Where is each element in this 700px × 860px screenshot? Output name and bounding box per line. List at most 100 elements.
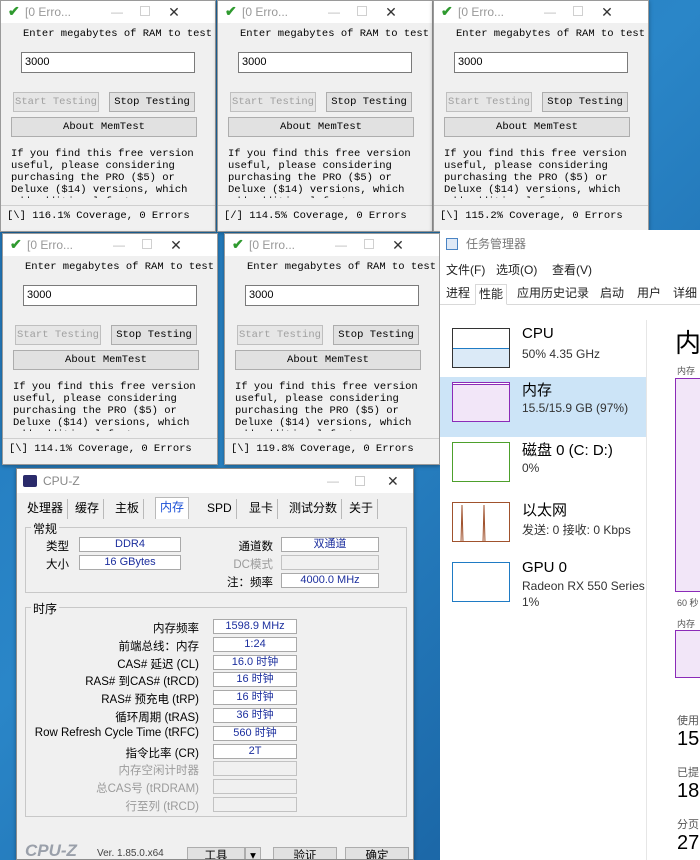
- tab-mainboard[interactable]: 主板: [111, 499, 145, 519]
- menu-file[interactable]: 文件(F): [446, 261, 485, 278]
- perf-item-ethernet[interactable]: 以太网 发送: 0 接收: 0 Kbps: [440, 497, 646, 557]
- timings-group-label: 时序: [31, 600, 60, 617]
- menu-bar: 文件(F) 选项(O) 查看(V): [440, 258, 700, 280]
- stop-testing-button[interactable]: Stop Testing: [326, 92, 412, 112]
- start-testing-button[interactable]: Start Testing: [230, 92, 316, 112]
- channels-label: 通道数: [238, 541, 274, 553]
- tools-label: 工具: [204, 850, 228, 860]
- stop-testing-button[interactable]: Stop Testing: [542, 92, 628, 112]
- window-title: 任务管理器: [466, 237, 527, 251]
- tools-button[interactable]: 工具: [187, 847, 245, 860]
- ram-prompt-label: Enter megabytes of RAM to test: [23, 28, 213, 40]
- cpuz-icon: [23, 475, 37, 487]
- title-bar: CPU-Z — ✕: [17, 469, 413, 493]
- tab-cache[interactable]: 缓存: [71, 499, 105, 519]
- maximize-button[interactable]: [355, 476, 365, 486]
- ram-megabytes-input[interactable]: 3000: [238, 52, 412, 73]
- type-value: DDR4: [79, 537, 181, 552]
- timing-value: 16 时钟: [213, 690, 297, 706]
- channels-value: 双通道: [281, 537, 379, 552]
- version-label: Ver. 1.85.0.x64: [97, 848, 164, 859]
- stop-testing-button[interactable]: Stop Testing: [333, 325, 419, 345]
- dc-mode-value: [281, 555, 379, 570]
- timing-label: 内存空闲计时器: [118, 765, 200, 778]
- about-memtest-button[interactable]: About MemTest: [13, 350, 199, 370]
- memtest-window-4: ✔ [0 Erro... — ✕ Enter megabytes of RAM …: [2, 233, 218, 465]
- timing-label: CAS# 延迟 (CL): [117, 658, 199, 671]
- timing-label: 内存频率: [153, 623, 199, 635]
- time-axis-label: 60 秒: [677, 598, 699, 608]
- timing-value: 1598.9 MHz: [213, 619, 297, 634]
- status-bar: [\] 116.1% Coverage, 0 Errors: [1, 205, 215, 227]
- perf-item-cpu[interactable]: CPU 50% 4.35 GHz: [440, 323, 646, 383]
- ram-megabytes-input[interactable]: 3000: [245, 285, 419, 306]
- tab-startup[interactable]: 启动: [597, 284, 627, 305]
- tab-about[interactable]: 关于: [345, 499, 379, 519]
- ram-megabytes-input[interactable]: 3000: [21, 52, 195, 73]
- ram-megabytes-input[interactable]: 3000: [23, 285, 197, 306]
- promo-text: If you find this free version useful, pl…: [444, 148, 627, 198]
- timing-label: RAS# 到CAS# (tRCD): [85, 676, 199, 689]
- memtest-body: Enter megabytes of RAM to test 3000 Star…: [235, 234, 436, 464]
- promo-text: If you find this free version useful, pl…: [13, 381, 196, 431]
- tab-spd[interactable]: SPD: [203, 499, 237, 519]
- menu-options[interactable]: 选项(O): [496, 261, 537, 278]
- perf-item-memory[interactable]: 内存 15.5/15.9 GB (97%): [440, 377, 646, 437]
- timing-label: 行至列 (tRCD): [125, 801, 199, 813]
- about-memtest-button[interactable]: About MemTest: [228, 117, 414, 137]
- minimize-button[interactable]: —: [327, 469, 339, 493]
- tab-app-history[interactable]: 应用历史记录: [514, 284, 592, 305]
- memtest-window-5: ✔ [0 Erro... — ✕ Enter megabytes of RAM …: [224, 233, 440, 465]
- timing-value: 2T: [213, 743, 297, 759]
- about-memtest-button[interactable]: About MemTest: [235, 350, 421, 370]
- close-button[interactable]: ✕: [387, 469, 399, 493]
- perf-item-disk[interactable]: 磁盘 0 (C: D:) 0%: [440, 437, 646, 497]
- memory-graph: [452, 382, 510, 422]
- tab-performance[interactable]: 性能: [475, 284, 508, 305]
- tab-users[interactable]: 用户: [634, 284, 664, 305]
- committed-value: 18: [677, 780, 700, 802]
- about-memtest-button[interactable]: About MemTest: [444, 117, 630, 137]
- start-testing-button[interactable]: Start Testing: [237, 325, 323, 345]
- general-group-label: 常规: [31, 520, 60, 537]
- tab-graphics[interactable]: 显卡: [245, 499, 279, 519]
- cpuz-logo: CPU-Z: [25, 841, 77, 860]
- window-title: CPU-Z: [43, 474, 80, 488]
- validate-button[interactable]: 验证: [273, 847, 337, 859]
- perf-item-gpu[interactable]: GPU 0 Radeon RX 550 Series 1%: [440, 557, 646, 627]
- task-manager-icon: [446, 238, 458, 250]
- tools-dropdown-button[interactable]: ▾: [245, 847, 261, 859]
- tab-processes[interactable]: 进程: [443, 284, 473, 305]
- ethernet-graph: [452, 502, 510, 542]
- cpuz-window: CPU-Z — ✕ 处理器 缓存 主板 内存 SPD 显卡 测试分数 关于 常规…: [16, 468, 414, 860]
- start-testing-button[interactable]: Start Testing: [13, 92, 99, 112]
- stop-testing-button[interactable]: Stop Testing: [109, 92, 195, 112]
- promo-text: If you find this free version useful, pl…: [228, 148, 411, 198]
- start-testing-button[interactable]: Start Testing: [15, 325, 101, 345]
- memtest-window-2: ✔ [0 Erro... — ✕ Enter megabytes of RAM …: [217, 0, 433, 232]
- timing-label: RAS# 预充电 (tRP): [101, 694, 199, 707]
- start-testing-button[interactable]: Start Testing: [446, 92, 532, 112]
- perf-item-name: 内存: [522, 382, 553, 399]
- tab-processor[interactable]: 处理器: [23, 499, 69, 519]
- tab-bench[interactable]: 测试分数: [285, 499, 343, 519]
- stop-testing-button[interactable]: Stop Testing: [111, 325, 197, 345]
- promo-text: If you find this free version useful, pl…: [11, 148, 194, 198]
- tab-details[interactable]: 详细: [670, 284, 700, 305]
- in-use-label: 使用: [677, 715, 699, 727]
- menu-view[interactable]: 查看(V): [552, 261, 592, 278]
- tab-memory[interactable]: 内存: [155, 497, 190, 519]
- perf-item-name: CPU: [522, 325, 554, 342]
- promo-text: If you find this free version useful, pl…: [235, 381, 418, 431]
- size-label: 大小: [46, 559, 69, 571]
- detail-title: 内: [675, 328, 700, 358]
- ram-prompt-label: Enter megabytes of RAM to test: [25, 261, 215, 273]
- about-memtest-button[interactable]: About MemTest: [11, 117, 197, 137]
- ram-megabytes-input[interactable]: 3000: [454, 52, 628, 73]
- ok-button[interactable]: 确定: [345, 847, 409, 859]
- timing-value: 16.0 时钟: [213, 654, 297, 670]
- memtest-body: Enter megabytes of RAM to test 3000 Star…: [11, 1, 213, 231]
- type-label: 类型: [46, 541, 69, 553]
- memtest-body: Enter megabytes of RAM to test 3000 Star…: [228, 1, 429, 231]
- perf-item-name: 以太网: [522, 502, 568, 519]
